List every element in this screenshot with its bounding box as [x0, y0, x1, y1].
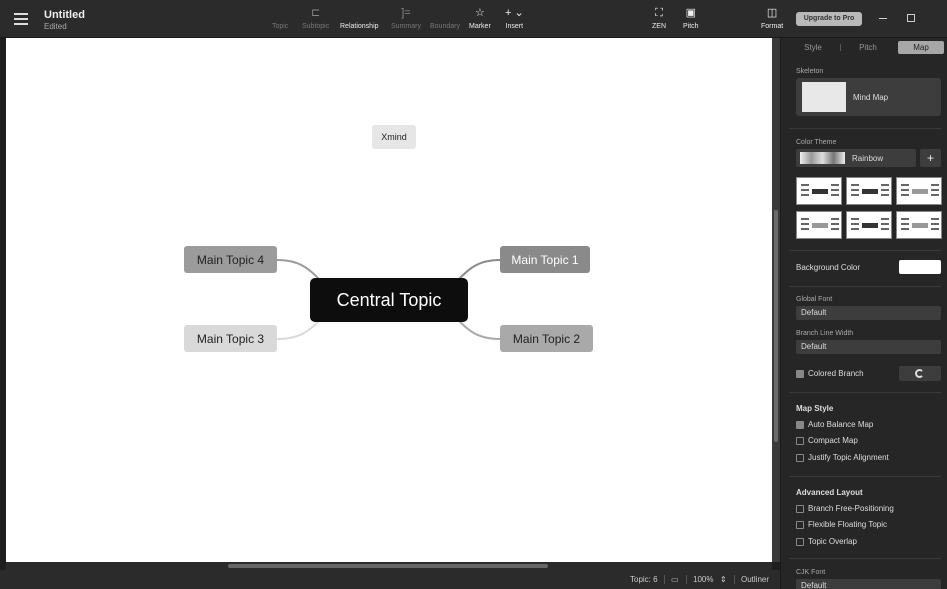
- tab-style[interactable]: Style: [796, 41, 830, 54]
- format-icon: ◫: [766, 7, 778, 19]
- main-topic-2[interactable]: Main Topic 2: [500, 325, 593, 352]
- zoom-stepper-icon[interactable]: ⇕: [720, 575, 727, 584]
- app-window: Untitled Edited Topic ⊏ Subtopic Relatio…: [0, 0, 947, 589]
- auto-balance-label: Auto Balance Map: [808, 420, 874, 429]
- zoom-level[interactable]: 100%: [693, 575, 713, 584]
- relationship-icon: [340, 6, 379, 20]
- insert-button[interactable]: + ⌄ Insert: [505, 6, 524, 30]
- compact-map-checkbox[interactable]: [796, 437, 804, 445]
- colored-branch-toggle[interactable]: [899, 366, 941, 381]
- topic-icon: [272, 6, 288, 20]
- minimize-icon[interactable]: [879, 18, 887, 19]
- cjk-font-label: CJK Font: [796, 569, 826, 576]
- theme-option[interactable]: [796, 177, 842, 205]
- hamburger-menu-icon[interactable]: [14, 13, 28, 25]
- compact-map-label: Compact Map: [808, 436, 858, 445]
- format-panel: Style Pitch Map Skeleton Mind Map Color …: [780, 38, 947, 589]
- global-font-label: Global Font: [796, 296, 833, 303]
- background-color-swatch[interactable]: [899, 260, 941, 274]
- relationship-button[interactable]: Relationship: [340, 6, 379, 30]
- zen-icon: ⛶: [655, 7, 663, 19]
- subtopic-button[interactable]: ⊏ Subtopic: [302, 6, 329, 30]
- document-title[interactable]: Untitled: [44, 9, 85, 21]
- topic-count: Topic: 6: [630, 575, 658, 584]
- theme-option[interactable]: [896, 177, 942, 205]
- topic-overlap-checkbox[interactable]: [796, 538, 804, 546]
- theme-option[interactable]: [846, 177, 892, 205]
- plus-icon: + ⌄: [505, 7, 524, 19]
- map-view-icon[interactable]: ▭: [671, 575, 679, 584]
- background-color-label: Background Color: [796, 263, 861, 272]
- branch-line-width-field[interactable]: Default: [796, 340, 941, 354]
- add-theme-button[interactable]: +: [920, 149, 941, 167]
- tab-map[interactable]: Map: [898, 41, 944, 54]
- colored-branch-label: Colored Branch: [808, 369, 864, 378]
- main-topic-1[interactable]: Main Topic 1: [500, 246, 590, 273]
- topic-overlap-label: Topic Overlap: [808, 537, 857, 546]
- main-topic-3[interactable]: Main Topic 3: [184, 325, 277, 352]
- flexible-floating-topic-label: Flexible Floating Topic: [808, 520, 888, 529]
- document-status: Edited: [44, 22, 67, 31]
- maximize-icon[interactable]: [907, 14, 915, 22]
- cjk-font-field[interactable]: Default: [796, 579, 941, 589]
- theme-grid: [796, 177, 944, 241]
- flexible-floating-topic-checkbox[interactable]: [796, 521, 804, 529]
- central-topic[interactable]: Central Topic: [310, 278, 468, 322]
- summary-icon: ]=: [401, 7, 411, 19]
- vertical-scrollbar[interactable]: [772, 38, 780, 562]
- outliner-button[interactable]: Outliner: [741, 575, 769, 584]
- branch-free-positioning-label: Branch Free-Positioning: [808, 504, 894, 513]
- justify-alignment-label: Justify Topic Alignment: [808, 453, 889, 462]
- map-style-label: Map Style: [796, 404, 834, 413]
- main-topic-4[interactable]: Main Topic 4: [184, 246, 277, 273]
- tab-pitch[interactable]: Pitch: [851, 41, 885, 54]
- skeleton-label: Skeleton: [796, 68, 824, 75]
- panel-tabs: Style Pitch Map: [781, 38, 947, 56]
- format-button[interactable]: ◫ Format: [761, 6, 783, 30]
- boundary-icon: [430, 6, 460, 20]
- summary-button[interactable]: ]= Summary: [391, 6, 421, 30]
- theme-option[interactable]: [796, 211, 842, 239]
- colored-branch-checkbox[interactable]: [796, 370, 804, 378]
- pitch-button[interactable]: ▣ Pitch: [683, 6, 699, 30]
- branch-line-width-label: Branch Line Width: [796, 330, 854, 337]
- horizontal-scrollbar[interactable]: [6, 562, 772, 570]
- pitch-icon: ▣: [685, 7, 696, 19]
- color-theme-label: Color Theme: [796, 139, 837, 146]
- topic-button[interactable]: Topic: [272, 6, 288, 30]
- theme-preview: [800, 152, 845, 164]
- advanced-layout-label: Advanced Layout: [796, 488, 863, 497]
- theme-option[interactable]: [896, 211, 942, 239]
- status-bar: Topic: 6 ▭ 100% ⇕ Outliner: [0, 570, 780, 589]
- mind-map-canvas[interactable]: Central Topic Main Topic 1 Main Topic 2 …: [6, 38, 772, 562]
- boundary-button[interactable]: Boundary: [430, 6, 460, 30]
- skeleton-selector[interactable]: Mind Map: [796, 78, 941, 116]
- star-icon: ☆: [474, 7, 485, 19]
- color-theme-selector[interactable]: Rainbow: [796, 149, 916, 167]
- theme-option[interactable]: [846, 211, 892, 239]
- justify-alignment-checkbox[interactable]: [796, 454, 804, 462]
- floating-topic[interactable]: Xmind: [372, 125, 416, 149]
- global-font-field[interactable]: Default: [796, 306, 941, 320]
- branch-free-positioning-checkbox[interactable]: [796, 505, 804, 513]
- auto-balance-checkbox[interactable]: [796, 421, 804, 429]
- refresh-icon: [915, 369, 924, 378]
- zen-button[interactable]: ⛶ ZEN: [652, 6, 666, 30]
- mind-map-thumbnail: [802, 82, 846, 112]
- top-toolbar: Untitled Edited Topic ⊏ Subtopic Relatio…: [0, 0, 947, 38]
- upgrade-button[interactable]: Upgrade to Pro: [796, 12, 862, 26]
- subtopic-icon: ⊏: [311, 7, 321, 19]
- marker-button[interactable]: ☆ Marker: [469, 6, 491, 30]
